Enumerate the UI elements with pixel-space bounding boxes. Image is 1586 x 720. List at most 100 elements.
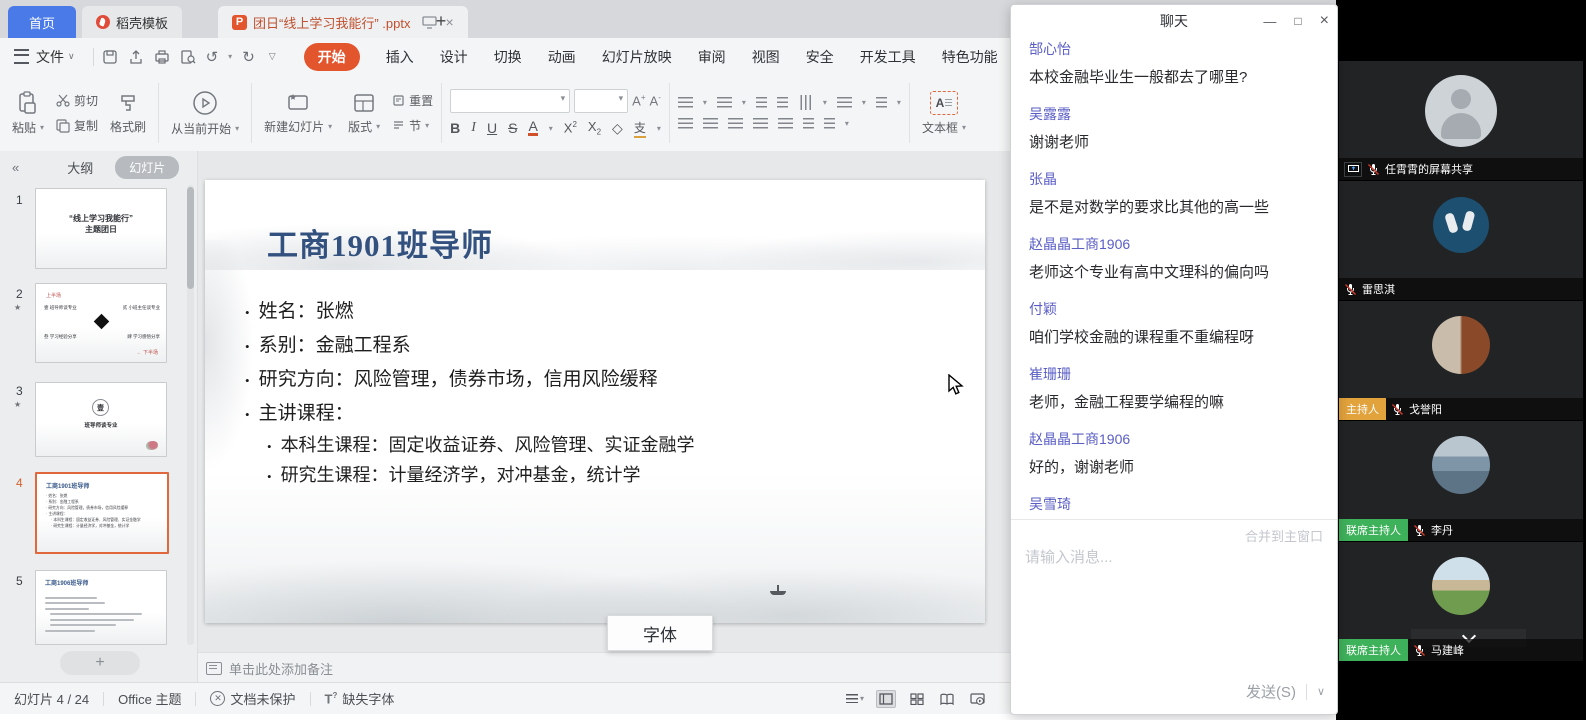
- line-spacing-icon[interactable]: [837, 97, 852, 108]
- cut-button[interactable]: 剪切: [56, 92, 98, 109]
- ribbon-tab-insert[interactable]: 插入: [386, 47, 414, 67]
- play-icon: [192, 90, 218, 116]
- paragraph-settings-icon[interactable]: [876, 97, 887, 108]
- text-direction-icon[interactable]: [800, 95, 811, 110]
- chat-title: 聊天: [1160, 11, 1188, 31]
- undo-icon[interactable]: ↺: [206, 48, 219, 66]
- file-menu[interactable]: 文件: [36, 47, 64, 67]
- text-spacing-icon[interactable]: [824, 118, 835, 129]
- thumbnails-scrollbar-thumb[interactable]: [187, 187, 194, 289]
- bold-button[interactable]: B: [450, 120, 460, 136]
- ribbon-tab-slideshow[interactable]: 幻灯片放映: [602, 47, 672, 67]
- section-button[interactable]: 节▾: [392, 117, 433, 134]
- increase-indent-icon[interactable]: [777, 97, 788, 108]
- superscript-button[interactable]: X2: [564, 120, 577, 135]
- decrease-font-icon[interactable]: A-: [650, 93, 661, 108]
- ribbon-tab-animation[interactable]: 动画: [548, 47, 576, 67]
- slide-thumbnail-3[interactable]: 壹 班导师谈专业: [35, 382, 167, 457]
- participant-tile[interactable]: 雷思淇: [1339, 180, 1583, 300]
- missing-fonts[interactable]: T? 缺失字体: [311, 689, 409, 708]
- increase-font-icon[interactable]: A+: [632, 93, 645, 108]
- slide-body-text[interactable]: •姓名：张燃 •系别：金融工程系 •研究方向：风险管理，债券市场，信用风险缓释 …: [245, 295, 695, 491]
- save-icon[interactable]: [102, 49, 118, 65]
- notes-toggle-icon[interactable]: ▾: [846, 691, 864, 707]
- numbering-icon[interactable]: [717, 97, 732, 108]
- play-from-current-button[interactable]: 从当前开始▾: [167, 88, 243, 139]
- redo-icon[interactable]: ↻: [242, 48, 255, 66]
- justify-icon[interactable]: [753, 118, 768, 129]
- decrease-indent-icon[interactable]: [756, 97, 767, 108]
- font-size-select[interactable]: [574, 89, 628, 113]
- paste-button[interactable]: 粘贴▾: [8, 89, 48, 138]
- slide-title[interactable]: 工商1901班导师: [267, 220, 493, 265]
- export-icon[interactable]: [128, 49, 144, 65]
- ribbon-tab-security[interactable]: 安全: [806, 47, 834, 67]
- ribbon-tab-review[interactable]: 审阅: [698, 47, 726, 67]
- tab-slides[interactable]: 幻灯片: [115, 156, 179, 179]
- theme-name[interactable]: Office 主题: [104, 689, 195, 708]
- chat-message-list[interactable]: 郜心怡本校金融毕业生一般都去了哪里? 吴露露谢谢老师 张晶是不是对数学的要求比其…: [1011, 37, 1337, 519]
- send-button[interactable]: 发送(S): [1246, 681, 1296, 702]
- italic-button[interactable]: I: [471, 120, 476, 136]
- font-name-select[interactable]: [450, 89, 570, 113]
- slideshow-view-button[interactable]: [968, 691, 986, 707]
- print-icon[interactable]: [154, 49, 170, 65]
- print-preview-icon[interactable]: [180, 49, 196, 65]
- normal-view-button[interactable]: [876, 690, 896, 708]
- slide-thumbnail-1[interactable]: “线上学习我能行” 主题团日: [35, 188, 167, 269]
- slide-sorter-view-button[interactable]: [908, 691, 926, 707]
- slide-thumbnail-2[interactable]: 上半场 壹 班导师谈专业 贰 小班主任谈专业 叁 学习经验分享 肆 学习感悟分享…: [35, 283, 167, 363]
- ribbon-tab-devtools[interactable]: 开发工具: [860, 47, 916, 67]
- customize-toolbar-icon[interactable]: ▽: [269, 51, 276, 62]
- reading-view-button[interactable]: [938, 691, 956, 707]
- tab-outline[interactable]: 大纲: [67, 158, 93, 177]
- ribbon-tab-transition[interactable]: 切换: [494, 47, 522, 67]
- merge-to-main-link[interactable]: 合并到主窗口: [1245, 526, 1323, 545]
- document-protection[interactable]: ✕ 文档未保护: [196, 689, 309, 708]
- align-left-icon[interactable]: [678, 118, 693, 129]
- slide-thumbnail-4-selected[interactable]: 工商1901班导师 · 姓名：张燃 · 系别：金融工程系 · 研究方向：风险管理…: [35, 472, 169, 554]
- chat-input-area[interactable]: 合并到主窗口 请输入消息... 发送(S) ∨: [1011, 519, 1337, 714]
- layout-button[interactable]: 版式▾: [344, 90, 384, 137]
- menu-icon[interactable]: [14, 49, 29, 64]
- textbox-button[interactable]: A 文本框▾: [918, 89, 970, 138]
- participant-tile[interactable]: 主持人 戈誉阳: [1339, 300, 1583, 420]
- ribbon-tab-special[interactable]: 特色功能: [942, 47, 998, 67]
- tab-home[interactable]: 首页: [8, 6, 76, 38]
- ribbon-tab-view[interactable]: 视图: [752, 47, 780, 67]
- phonetic-guide-button[interactable]: 支: [634, 119, 646, 138]
- minimize-icon[interactable]: —: [1263, 14, 1276, 29]
- clear-format-button[interactable]: ◇: [612, 120, 623, 137]
- strikethrough-button[interactable]: S: [508, 120, 517, 136]
- distribute-icon[interactable]: [778, 118, 793, 129]
- slide-canvas[interactable]: 工商1901班导师 •姓名：张燃 •系别：金融工程系 •研究方向：风险管理，债券…: [205, 180, 985, 623]
- close-icon[interactable]: ×: [1320, 12, 1329, 30]
- participant-tile[interactable]: 任霄霄的屏幕共享: [1339, 60, 1583, 180]
- format-painter-button[interactable]: 格式刷: [106, 90, 150, 137]
- ribbon-tab-design[interactable]: 设计: [440, 47, 468, 67]
- maximize-icon[interactable]: □: [1294, 14, 1301, 28]
- chat-titlebar[interactable]: 聊天 — □ ×: [1011, 5, 1337, 37]
- animation-star-icon: ★: [14, 400, 21, 409]
- new-slide-button[interactable]: 新建幻灯片▾: [260, 90, 336, 137]
- ribbon-tab-home[interactable]: 开始: [304, 43, 360, 71]
- file-menu-caret[interactable]: ∨: [68, 51, 75, 62]
- align-center-icon[interactable]: [703, 118, 718, 129]
- add-slide-button[interactable]: +: [60, 651, 140, 675]
- columns-icon[interactable]: [803, 118, 814, 129]
- participant-tile[interactable]: 联席主持人 李丹: [1339, 420, 1583, 541]
- participant-tile[interactable]: 联席主持人 马建峰: [1339, 541, 1583, 661]
- underline-button[interactable]: U: [487, 120, 497, 136]
- bullets-icon[interactable]: [678, 97, 693, 108]
- font-color-button[interactable]: A: [528, 120, 537, 136]
- slide-thumbnail-5[interactable]: 工商1906班导师: [35, 570, 167, 645]
- new-tab-button[interactable]: +: [428, 8, 454, 34]
- chat-input-placeholder[interactable]: 请输入消息...: [1025, 546, 1113, 567]
- copy-button[interactable]: 复制: [56, 117, 98, 134]
- reset-button[interactable]: 重置: [392, 92, 433, 109]
- send-options-icon[interactable]: ∨: [1317, 685, 1325, 698]
- collapse-panel-button[interactable]: «: [12, 160, 19, 175]
- subscript-button[interactable]: X2: [588, 119, 601, 137]
- align-right-icon[interactable]: [728, 118, 743, 129]
- tab-docer[interactable]: 稻壳模板: [82, 6, 182, 38]
